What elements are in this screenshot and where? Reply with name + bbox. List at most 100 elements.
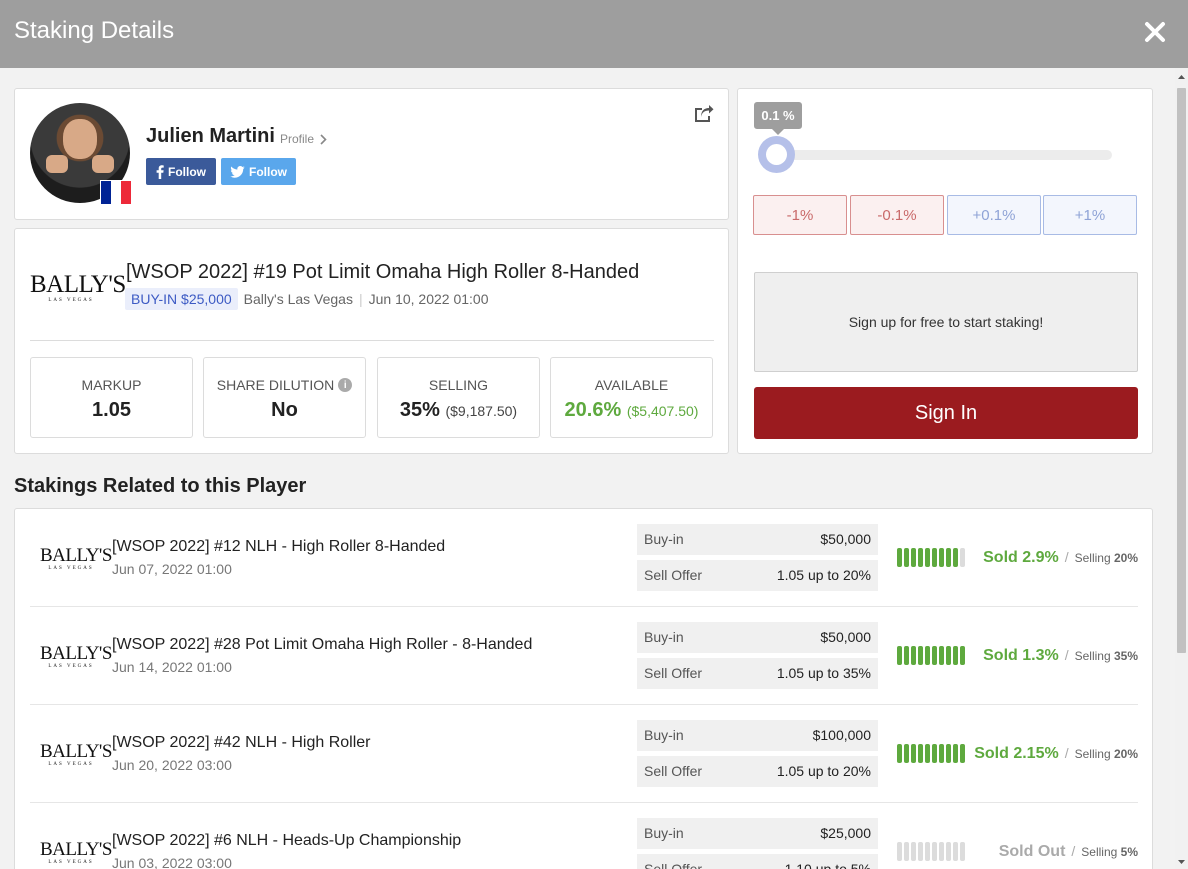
selling-text: Selling 20% (1075, 747, 1138, 761)
stat-selling-value: 35% (399, 399, 440, 421)
progress-segment (960, 646, 965, 665)
related-row-title[interactable]: [WSOP 2022] #28 Pot Limit Omaha High Rol… (112, 636, 532, 654)
scroll-up-arrow-icon[interactable] (1175, 72, 1188, 82)
event-card: BALLY'S LAS VEGAS [WSOP 2022] #19 Pot Li… (14, 228, 729, 454)
sold-progress-bar (897, 548, 967, 567)
progress-segment (939, 548, 944, 567)
stat-share-dilution: SHARE DILUTION i No (203, 357, 366, 438)
related-row[interactable]: BALLY'S LAS VEGAS [WSOP 2022] #28 Pot Lim… (30, 607, 1138, 705)
progress-segment (953, 548, 958, 567)
sell-offer-info: Sell Offer 1.05 up to 20% (637, 756, 878, 787)
share-icon[interactable] (694, 105, 714, 123)
player-name[interactable]: Julien Martini (146, 125, 275, 148)
stat-available-value: 20.6% (564, 399, 622, 421)
scrollbar[interactable] (1175, 68, 1188, 869)
buyin-info: Buy-in $50,000 (637, 524, 878, 555)
sell-offer-label: Sell Offer (644, 665, 703, 681)
stat-selling-value-wrap: 35% ($9,187.50) (378, 399, 539, 422)
ballys-logo-subtext: LAS VEGAS (48, 298, 94, 303)
buyin-label: Buy-in (644, 825, 684, 841)
ballys-logo-text: BALLY'S (40, 643, 112, 664)
scrollbar-thumb[interactable] (1177, 88, 1186, 653)
plus-0-1-percent-button[interactable]: +0.1% (947, 195, 1041, 235)
info-icon[interactable]: i (338, 378, 353, 392)
progress-segment (946, 548, 951, 567)
ballys-logo: BALLY'S LAS VEGAS (40, 546, 112, 571)
buyin-value: $50,000 (820, 629, 871, 645)
event-datetime: Jun 10, 2022 01:00 (368, 291, 489, 307)
related-row-date: Jun 03, 2022 03:00 (112, 855, 232, 869)
progress-segment (904, 646, 909, 665)
related-row-date: Jun 07, 2022 01:00 (112, 561, 232, 577)
buyin-label: Buy-in (644, 629, 684, 645)
selling-value: 35% (1113, 649, 1138, 663)
buyin-label: Buy-in (644, 727, 684, 743)
sell-offer-label: Sell Offer (644, 861, 703, 869)
ballys-logo-text: BALLY'S (40, 741, 112, 762)
related-row[interactable]: BALLY'S LAS VEGAS [WSOP 2022] #42 NLH - H… (30, 705, 1138, 803)
minus-1-percent-button[interactable]: -1% (753, 195, 847, 235)
sell-offer-label: Sell Offer (644, 567, 703, 583)
progress-segment (960, 744, 965, 763)
buyin-badge: BUY-IN $25,000 (125, 288, 238, 310)
sold-text: Sold Out (998, 843, 1066, 860)
selling-text: Selling 5% (1081, 845, 1138, 859)
related-row-title[interactable]: [WSOP 2022] #12 NLH - High Roller 8-Hand… (112, 538, 445, 556)
progress-segment (918, 646, 923, 665)
sell-offer-info: Sell Offer 1.05 up to 20% (637, 560, 878, 591)
stat-selling-label: SELLING (428, 377, 489, 393)
progress-segment (953, 744, 958, 763)
close-icon[interactable] (1143, 20, 1167, 44)
stat-share-dilution-label: SHARE DILUTION (216, 377, 335, 393)
progress-segment (932, 842, 937, 861)
related-row[interactable]: BALLY'S LAS VEGAS [WSOP 2022] #6 NLH - He… (30, 803, 1138, 869)
progress-segment (897, 744, 902, 763)
progress-segment (925, 744, 930, 763)
profile-link[interactable]: Profile (280, 132, 327, 146)
progress-segment (897, 842, 902, 861)
profile-link-label: Profile (280, 132, 315, 146)
sold-status: Sold Out / Selling 5% (999, 843, 1138, 861)
stat-markup-value: 1.05 (92, 399, 131, 421)
progress-segment (897, 548, 902, 567)
related-row-date: Jun 14, 2022 01:00 (112, 659, 232, 675)
stake-slider-track[interactable] (776, 150, 1112, 160)
ballys-logo-text: BALLY'S (40, 839, 112, 860)
stat-markup: MARKUP 1.05 (30, 357, 193, 438)
plus-1-percent-button[interactable]: +1% (1043, 195, 1137, 235)
progress-segment (925, 646, 930, 665)
facebook-icon (156, 164, 164, 179)
related-row-title[interactable]: [WSOP 2022] #42 NLH - High Roller (112, 734, 370, 752)
ballys-logo: BALLY'S LAS VEGAS (30, 272, 126, 303)
scroll-down-arrow-icon[interactable] (1175, 857, 1188, 867)
progress-segment (946, 744, 951, 763)
facebook-follow-button[interactable]: Follow (146, 158, 216, 185)
stat-share-dilution-value: No (271, 399, 298, 421)
selling-text: Selling 20% (1075, 551, 1138, 565)
ballys-logo: BALLY'S LAS VEGAS (40, 742, 112, 767)
sold-progress-bar (897, 744, 967, 763)
related-row-title[interactable]: [WSOP 2022] #6 NLH - Heads-Up Championsh… (112, 832, 461, 850)
related-stakings-list: BALLY'S LAS VEGAS [WSOP 2022] #12 NLH - H… (14, 508, 1153, 869)
twitter-follow-button[interactable]: Follow (221, 158, 296, 185)
sold-text: Sold 2.9% (983, 549, 1059, 566)
sell-offer-value: 1.10 up to 5% (784, 861, 871, 869)
progress-segment (939, 646, 944, 665)
minus-0-1-percent-button[interactable]: -0.1% (850, 195, 944, 235)
related-row[interactable]: BALLY'S LAS VEGAS [WSOP 2022] #12 NLH - H… (30, 509, 1138, 607)
sell-offer-value: 1.05 up to 20% (776, 763, 871, 779)
sold-progress-bar (897, 842, 967, 861)
signup-prompt: Sign up for free to start staking! (754, 272, 1138, 372)
buyin-info: Buy-in $50,000 (637, 622, 878, 653)
sold-text: Sold 2.15% (974, 745, 1059, 762)
modal-title: Staking Details (14, 17, 175, 44)
sign-in-button[interactable]: Sign In (754, 387, 1138, 439)
related-section-title: Stakings Related to this Player (14, 475, 307, 497)
related-row-date: Jun 20, 2022 03:00 (112, 757, 232, 773)
progress-segment (939, 842, 944, 861)
sell-offer-info: Sell Offer 1.05 up to 35% (637, 658, 878, 689)
stake-slider-handle[interactable] (758, 136, 795, 173)
progress-segment (960, 548, 965, 567)
ballys-logo-subtext: LAS VEGAS (48, 860, 94, 865)
progress-segment (953, 646, 958, 665)
